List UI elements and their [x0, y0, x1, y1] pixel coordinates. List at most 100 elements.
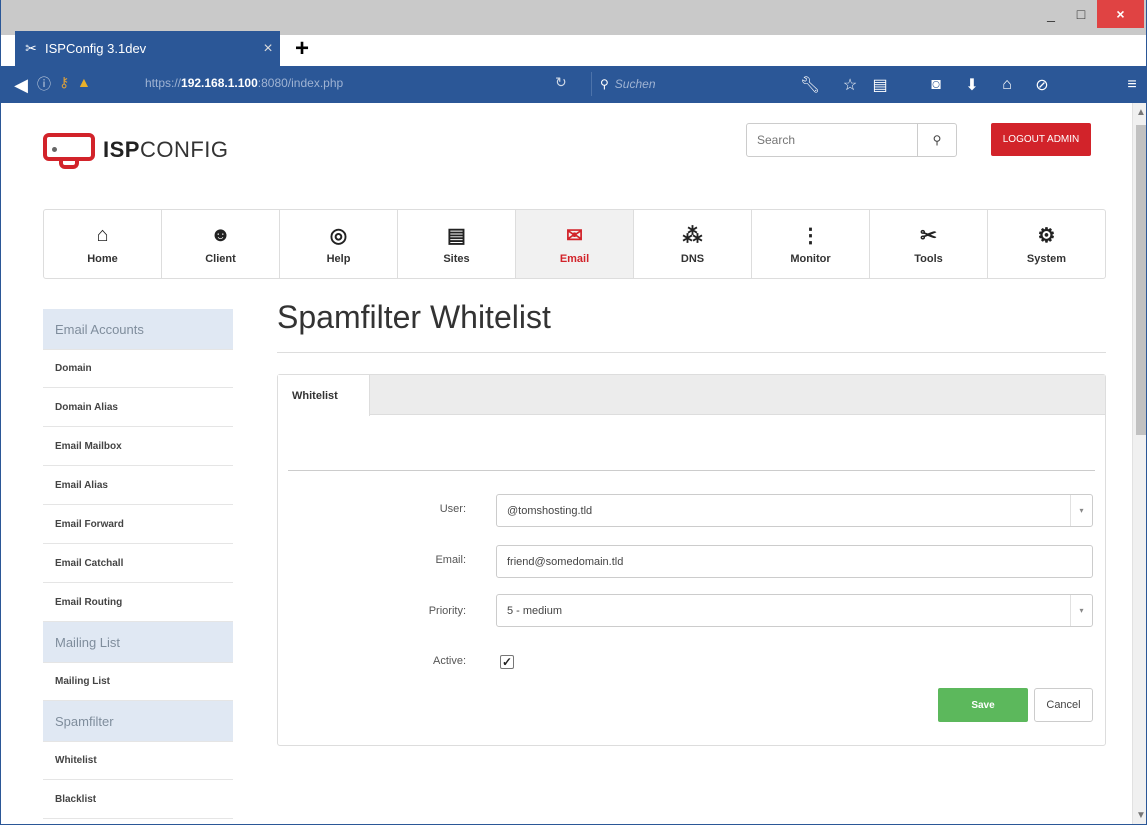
nav-email-label: Email: [559, 253, 590, 265]
warning-lock-icon[interactable]: ▲: [77, 74, 91, 90]
url-host: 192.168.1.100: [181, 76, 258, 90]
nav-tools[interactable]: ✂ Tools: [870, 210, 988, 278]
priority-select-value: 5 - medium: [507, 604, 563, 617]
search-icon: ⚲: [932, 133, 942, 147]
tab-close-icon[interactable]: ×: [256, 40, 280, 58]
window-close-button[interactable]: ×: [1097, 0, 1144, 28]
user-select-value: @tomshosting.tld: [507, 504, 593, 517]
title-bar: _ □ ×: [1, 0, 1146, 35]
checkmark-icon: ✓: [501, 655, 513, 669]
sidebar-item-domain-alias[interactable]: Domain Alias: [43, 388, 233, 427]
nav-dns-label: DNS: [680, 253, 705, 265]
menu-icon[interactable]: ≡: [1121, 74, 1143, 96]
tools-favicon-icon: ✂: [25, 40, 37, 56]
chevron-down-icon: ▾: [1070, 495, 1092, 526]
email-label: Email:: [435, 554, 466, 566]
monitor-logo-icon: [43, 133, 95, 169]
nav-monitor[interactable]: ⋮ Monitor: [752, 210, 870, 278]
logo-text: ISPCONFIG: [103, 137, 229, 162]
nav-email[interactable]: ✉ Email: [516, 210, 634, 278]
sidebar-item-email-alias[interactable]: Email Alias: [43, 466, 233, 505]
window-maximize-button[interactable]: □: [1067, 0, 1095, 28]
sidebar-item-email-catchall[interactable]: Email Catchall: [43, 544, 233, 583]
active-label: Active:: [432, 655, 466, 667]
envelope-icon: ✉: [566, 224, 583, 247]
nav-sites-label: Sites: [443, 253, 470, 265]
save-button[interactable]: Save: [938, 688, 1028, 722]
reload-icon[interactable]: ↻: [555, 74, 567, 91]
chevron-down-icon: ▾: [1070, 595, 1092, 626]
page-title: Spamfilter Whitelist: [277, 299, 551, 335]
page-content: ISPCONFIG ⚲ LOGOUT ADMIN ⌂ Home ☻ Client…: [1, 103, 1132, 824]
new-tab-button[interactable]: +: [285, 31, 319, 66]
document-icon: ▤: [447, 224, 466, 247]
navigation-bar: ◀ ⓘ ⚷ ▲ https://192.168.1.100:8080/index…: [1, 66, 1146, 103]
nav-home[interactable]: ⌂ Home: [44, 210, 162, 278]
scroll-thumb[interactable]: [1136, 125, 1146, 435]
sidebar-item-domain[interactable]: Domain: [43, 349, 233, 388]
email-field[interactable]: friend@somedomain.tld: [496, 545, 1093, 578]
window-minimize-button[interactable]: _: [1037, 0, 1065, 28]
logout-button[interactable]: LOGOUT ADMIN: [991, 123, 1091, 156]
sidebar: Email Accounts Domain Domain Alias Email…: [43, 309, 233, 819]
user-label: User:: [439, 503, 466, 515]
nav-client-label: Client: [205, 253, 236, 265]
info-icon[interactable]: ⓘ: [37, 74, 51, 94]
users-icon: ☻: [209, 223, 232, 246]
wrench-icon[interactable]: 🔧︎: [799, 74, 821, 96]
privacy-icon[interactable]: ⊘: [1031, 74, 1053, 96]
sidebar-item-email-mailbox[interactable]: Email Mailbox: [43, 427, 233, 466]
sidebar-item-whitelist[interactable]: Whitelist: [43, 741, 233, 780]
key-icon[interactable]: ⚷: [59, 74, 69, 91]
tab-title: ISPConfig 3.1dev: [45, 41, 147, 56]
nav-tools-label: Tools: [914, 253, 943, 265]
email-field-value: friend@somedomain.tld: [507, 555, 624, 568]
nav-sites[interactable]: ▤ Sites: [398, 210, 516, 278]
active-checkbox[interactable]: ✓: [500, 655, 514, 669]
pocket-icon[interactable]: ◙: [925, 74, 947, 96]
lifebuoy-icon: ◎: [329, 224, 348, 247]
search-button[interactable]: ⚲: [917, 123, 957, 157]
sidebar-item-mailing-list[interactable]: Mailing List: [43, 662, 233, 701]
browser-search-box[interactable]: ⚲ Suchen: [591, 72, 781, 96]
home-icon: ⌂: [96, 223, 109, 246]
browser-window: _ □ × ✂ ISPConfig 3.1dev × + ◀ ⓘ ⚷ ▲ htt…: [0, 0, 1147, 825]
cancel-button[interactable]: Cancel: [1034, 688, 1093, 722]
form-panel: Whitelist User: @tomshosting.tld ▾ Email…: [277, 374, 1106, 746]
nav-system-label: System: [1026, 253, 1067, 265]
network-icon: ⁂: [682, 224, 703, 247]
home-browser-icon[interactable]: ⌂: [996, 74, 1018, 96]
traffic-light-icon: ⋮: [800, 224, 821, 247]
browser-tab[interactable]: ✂ ISPConfig 3.1dev ×: [15, 31, 280, 66]
nav-home-label: Home: [87, 253, 118, 265]
sidebar-item-blacklist[interactable]: Blacklist: [43, 780, 233, 819]
url-suffix: :8080/index.php: [257, 76, 344, 90]
sidebar-header-mailing-list: Mailing List: [43, 622, 233, 662]
url-prefix: https://: [145, 76, 182, 90]
gear-icon: ⚙: [1037, 224, 1056, 247]
priority-label: Priority:: [428, 605, 466, 617]
nav-monitor-label: Monitor: [790, 253, 831, 265]
ispconfig-logo[interactable]: ISPCONFIG: [43, 133, 229, 169]
title-divider: [277, 352, 1106, 353]
nav-system[interactable]: ⚙ System: [988, 210, 1105, 278]
panel-tab-bar: Whitelist: [278, 375, 1105, 416]
scroll-up-icon[interactable]: ▲: [1136, 107, 1146, 118]
tab-whitelist[interactable]: Whitelist: [278, 375, 370, 416]
star-icon[interactable]: ☆: [839, 74, 861, 96]
nav-client[interactable]: ☻ Client: [162, 210, 280, 278]
nav-dns[interactable]: ⁂ DNS: [634, 210, 752, 278]
back-arrow-icon[interactable]: ◀: [9, 74, 33, 96]
nav-help[interactable]: ◎ Help: [280, 210, 398, 278]
sidebar-header-email-accounts: Email Accounts: [43, 309, 233, 349]
sidebar-item-email-routing[interactable]: Email Routing: [43, 583, 233, 622]
search-input[interactable]: [746, 123, 918, 157]
reading-list-icon[interactable]: ▤: [869, 74, 891, 96]
page-scrollbar[interactable]: ▲ ▼: [1132, 103, 1146, 824]
scroll-down-icon[interactable]: ▼: [1136, 810, 1146, 821]
priority-select[interactable]: 5 - medium ▾: [496, 594, 1093, 627]
address-bar[interactable]: https://192.168.1.100:8080/index.php: [145, 76, 343, 90]
sidebar-item-email-forward[interactable]: Email Forward: [43, 505, 233, 544]
download-icon[interactable]: ⬇: [961, 74, 983, 96]
user-select[interactable]: @tomshosting.tld ▾: [496, 494, 1093, 527]
